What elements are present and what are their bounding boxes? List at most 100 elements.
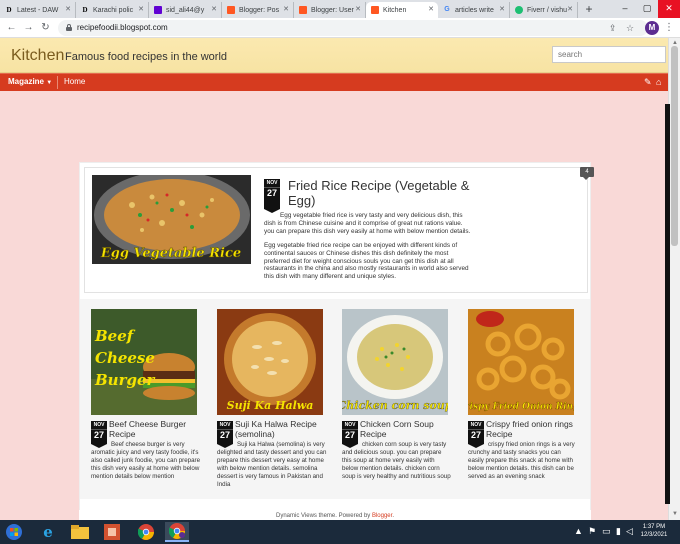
fiverr-icon: [515, 6, 523, 14]
dawn-favicon-icon: D: [6, 6, 12, 14]
close-window-button[interactable]: ✕: [658, 0, 680, 18]
post-cards-row: Beef Cheese Burger NOV 27 Beef Cheese Bu…: [80, 299, 590, 499]
post-snippet: Suji ka Halwa (semolina) is very delight…: [217, 441, 327, 488]
blog-nav-bar: Magazine ▼ Home ✎ ⌂: [0, 73, 668, 91]
close-tab-icon[interactable]: ✕: [138, 5, 144, 13]
reload-icon[interactable]: ↻: [39, 21, 52, 34]
post-image-burger[interactable]: Beef Cheese Burger: [91, 309, 197, 415]
post-image-onion-rings[interactable]: Crispy Fried Onion Rings: [468, 309, 574, 415]
blog-title[interactable]: Kitchen: [11, 47, 64, 65]
scroll-down-arrow-icon[interactable]: ▼: [671, 510, 679, 518]
blog-description: Famous food recipes in the world: [65, 51, 228, 63]
nav-divider: [57, 76, 58, 89]
blogger-icon: [371, 6, 379, 14]
maximize-button[interactable]: ▢: [636, 0, 658, 18]
file-explorer-icon[interactable]: [68, 522, 92, 542]
close-tab-icon[interactable]: ✕: [499, 5, 505, 13]
close-tab-icon[interactable]: ✕: [283, 5, 289, 13]
google-icon: G: [444, 6, 450, 13]
tab-label: articles write: [455, 6, 494, 14]
tab-label: Karachi polic: [93, 6, 134, 14]
bookmark-star-icon[interactable]: ☆: [626, 22, 634, 34]
svg-text:Beef: Beef: [94, 327, 136, 345]
profile-avatar[interactable]: M: [645, 21, 659, 35]
windows-taskbar: e ▲ ⚑ ▭ ▮ ◁ 1:37 PM 12/3/2021: [0, 520, 680, 544]
chrome-icon[interactable]: [134, 522, 158, 542]
svg-text:Burger: Burger: [94, 371, 156, 389]
browser-tab-active[interactable]: Kitchen ✕: [366, 2, 438, 18]
close-tab-icon[interactable]: ✕: [211, 5, 217, 13]
close-tab-icon[interactable]: ✕: [567, 5, 573, 13]
yahoo-mail-icon: [154, 6, 162, 14]
blogger-icon: [299, 6, 307, 14]
network-icon[interactable]: ▮: [616, 526, 621, 537]
home-icon[interactable]: ⌂: [656, 76, 661, 88]
browser-tab[interactable]: D Karachi polic ✕: [76, 2, 149, 18]
posts-container: 4 Egg Vegetable Rice NOV 27 Fried Rice R…: [79, 162, 594, 520]
windows-start-icon[interactable]: [6, 524, 22, 540]
minimize-button[interactable]: –: [614, 0, 636, 18]
post-image-halwa[interactable]: Suji Ka Halwa: [217, 309, 323, 415]
browser-tab[interactable]: Fiverr / vishu ✕: [510, 2, 578, 18]
pencil-icon[interactable]: ✎: [644, 76, 652, 88]
powerpoint-icon[interactable]: [100, 522, 124, 542]
browser-menu-icon[interactable]: ⋮: [664, 21, 674, 34]
post-image-fried-rice[interactable]: Egg Vegetable Rice: [92, 175, 251, 264]
caret-down-icon: ▼: [46, 80, 53, 86]
new-tab-button[interactable]: +: [582, 2, 596, 16]
share-icon[interactable]: ⇪: [609, 22, 617, 34]
comment-count-badge[interactable]: 4: [580, 167, 594, 180]
post-title[interactable]: Chicken Corn Soup Recipe: [360, 419, 456, 439]
svg-text:Suji Ka Halwa: Suji Ka Halwa: [227, 399, 314, 412]
search-input[interactable]: [552, 46, 666, 63]
browser-tab[interactable]: Blogger: Pos ✕: [222, 2, 294, 18]
browser-tab[interactable]: D Latest - DAW ✕: [0, 2, 76, 18]
browser-toolbar: ← → ↻ recipefoodii.blogspot.com ⇪ ☆ M ⋮: [0, 18, 680, 38]
volume-icon[interactable]: ◁: [626, 526, 633, 537]
home-link[interactable]: Home: [64, 77, 85, 86]
post-date-badge: NOV 27: [264, 179, 280, 213]
post-title[interactable]: Beef Cheese Burger Recipe: [109, 419, 205, 439]
close-tab-icon[interactable]: ✕: [355, 5, 361, 13]
post-snippet: crispy fried onion rings is a very crunc…: [468, 441, 575, 480]
svg-text:Chicken corn soup: Chicken corn soup: [342, 399, 448, 412]
post-card[interactable]: Beef Cheese Burger NOV 27 Beef Cheese Bu…: [91, 309, 209, 491]
post-snippet: chicken corn soup is very tasty and deli…: [342, 441, 451, 480]
blogger-link[interactable]: Blogger: [372, 513, 392, 519]
post-title[interactable]: Fried Rice Recipe (Vegetable & Egg): [288, 178, 478, 208]
post-card[interactable]: Chicken corn soup NOV 27 Chicken Corn So…: [342, 309, 460, 491]
blog-page: Kitchen Famous food recipes in the world…: [0, 38, 668, 520]
back-arrow-icon[interactable]: ←: [5, 21, 18, 34]
tab-label: Fiverr / vishu: [527, 6, 568, 14]
close-tab-icon[interactable]: ✕: [65, 5, 71, 13]
tab-label: sid_ali44@y: [166, 6, 205, 14]
post-image-corn-soup[interactable]: Chicken corn soup: [342, 309, 448, 415]
post-title[interactable]: Crispy fried onion rings Recipe: [486, 419, 582, 439]
forward-arrow-icon[interactable]: →: [22, 21, 35, 34]
browser-tab[interactable]: sid_ali44@y ✕: [149, 2, 222, 18]
url-text: recipefoodii.blogspot.com: [77, 23, 168, 32]
image-caption: Egg Vegetable Rice: [100, 246, 241, 261]
flag-icon[interactable]: ⚑: [588, 526, 596, 537]
post-snippet: Egg vegetable fried rice is very tasty a…: [264, 212, 471, 281]
show-hidden-icons-icon[interactable]: ▲: [574, 526, 583, 536]
blogger-icon: [227, 6, 235, 14]
browser-tab[interactable]: Blogger: User ✕: [294, 2, 366, 18]
dawn-favicon-icon: D: [82, 6, 88, 14]
view-dropdown[interactable]: Magazine ▼: [8, 77, 52, 86]
post-card[interactable]: Suji Ka Halwa NOV 27 Suji Ka Halwa Recip…: [217, 309, 335, 491]
internet-explorer-icon[interactable]: e: [36, 522, 60, 542]
address-bar[interactable]: recipefoodii.blogspot.com ⇪ ☆: [58, 20, 648, 36]
footer-text: Dynamic Views theme. Powered by: [276, 513, 372, 519]
tab-label: Latest - DAW: [17, 6, 59, 14]
featured-post[interactable]: 4 Egg Vegetable Rice NOV 27 Fried Rice R…: [84, 167, 594, 293]
close-tab-icon[interactable]: ✕: [428, 5, 434, 13]
footer-suffix: .: [392, 513, 394, 519]
scroll-thumb[interactable]: [671, 46, 678, 246]
battery-icon[interactable]: ▭: [602, 526, 611, 537]
browser-tab[interactable]: G articles write ✕: [438, 2, 510, 18]
post-card[interactable]: Crispy Fried Onion Rings NOV 27 Crispy f…: [468, 309, 586, 491]
taskbar-clock[interactable]: 1:37 PM 12/3/2021: [636, 523, 672, 539]
chrome-profile-icon[interactable]: [165, 522, 189, 542]
post-title[interactable]: Suji Ka Halwa Recipe (semolina): [235, 419, 331, 439]
